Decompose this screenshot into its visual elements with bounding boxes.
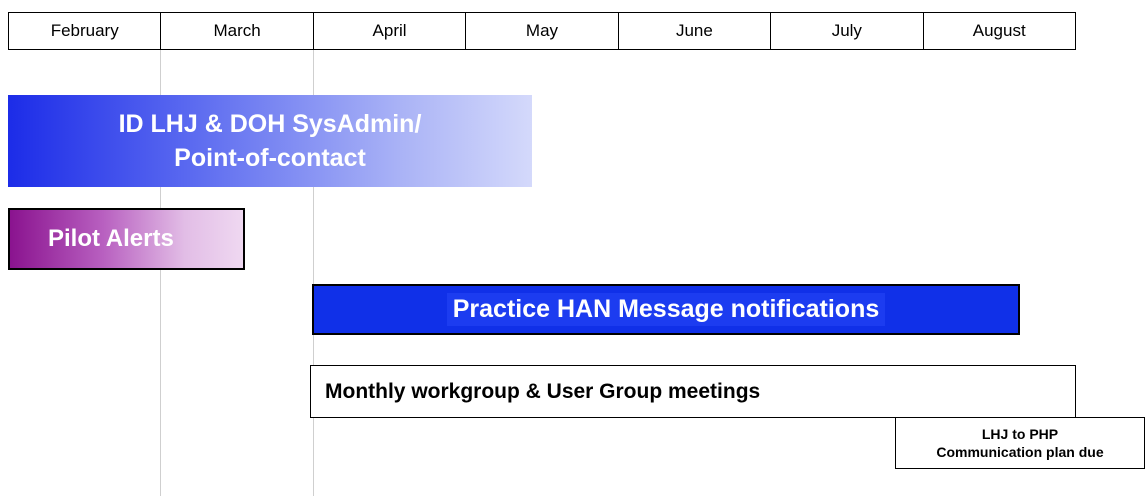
task-label-monthly-meetings: Monthly workgroup & User Group meetings	[325, 379, 761, 403]
task-bar-monthly-meetings: Monthly workgroup & User Group meetings	[310, 365, 1076, 418]
task-label-pilot-alerts: Pilot Alerts	[48, 225, 174, 252]
task-bar-sysadmin: ID LHJ & DOH SysAdmin/ Point-of-contact	[8, 95, 532, 187]
month-cell-march: March	[161, 13, 314, 49]
month-cell-february: February	[9, 13, 162, 49]
milestone-communication-plan: LHJ to PHP Communication plan due	[895, 417, 1145, 469]
task-bar-practice-han: Practice HAN Message notifications	[312, 284, 1020, 335]
milestone-label-line2: Communication plan due	[936, 444, 1104, 460]
month-cell-may: May	[466, 13, 619, 49]
timeline-diagram: February March April May June July Augus…	[0, 0, 1146, 496]
month-header-row: February March April May June July Augus…	[8, 12, 1076, 50]
task-label-sysadmin-line2: Point-of-contact	[174, 144, 366, 172]
month-cell-july: July	[771, 13, 924, 49]
task-label-sysadmin-line1: ID LHJ & DOH SysAdmin/	[118, 110, 422, 138]
month-cell-april: April	[314, 13, 467, 49]
task-label-practice-han: Practice HAN Message notifications	[446, 293, 886, 326]
month-cell-august: August	[972, 21, 1026, 40]
month-cell-june: June	[619, 13, 772, 49]
task-bar-pilot-alerts: Pilot Alerts	[8, 208, 245, 270]
task-label-sysadmin: ID LHJ & DOH SysAdmin/ Point-of-contact	[119, 107, 422, 175]
milestone-label-line1: LHJ to PHP	[981, 426, 1059, 442]
